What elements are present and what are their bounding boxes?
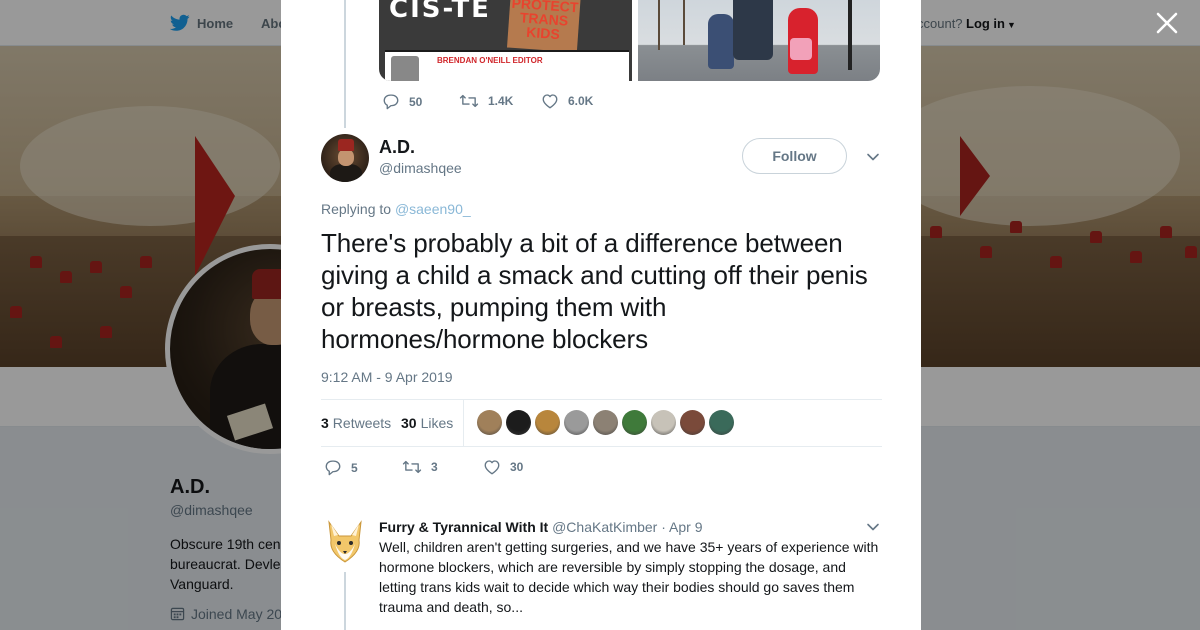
chevron-down-icon[interactable] [865,149,881,165]
liker-avatars [477,410,738,435]
liker-avatar[interactable] [477,410,502,435]
likes-label: Likes [420,415,454,431]
retweet-count: 1.4K [488,94,514,108]
retweets-stat[interactable]: 3 Retweets [321,415,391,431]
reply-separator: · [661,519,666,535]
tweet-text: There's probably a bit of a difference b… [321,228,868,354]
chevron-down-icon[interactable] [865,519,881,535]
protest-sign: PROTECT TRANS KIDS [506,0,582,53]
like-action[interactable]: 30 [483,459,523,475]
tweet-timestamp[interactable]: 9:12 AM - 9 Apr 2019 [321,369,453,385]
liker-avatar[interactable] [593,410,618,435]
replying-prefix: Replying to [321,201,392,217]
fox-avatar-icon[interactable] [321,518,369,566]
reply-author-handle[interactable]: @ChaKatKimber [552,519,657,535]
follow-button[interactable]: Follow [742,138,847,174]
tweet-author-handle[interactable]: @dimashqee [379,160,462,176]
retweet-icon [402,460,422,474]
like-count: 6.0K [568,94,594,108]
media-name-card: BRENDAN O'NEILL EDITOR [385,50,629,81]
reply-count: 50 [409,94,423,109]
tweet-author-avatar[interactable] [321,134,369,182]
close-icon[interactable] [1152,10,1182,40]
thread-connector [344,572,346,630]
retweet-count: 3 [431,460,438,474]
likes-count: 30 [401,415,417,431]
tweet-author-name[interactable]: A.D. [379,137,415,158]
reply-author-name[interactable]: Furry & Tyrannical With It [379,519,548,535]
reply-text: Well, children aren't getting surgeries,… [379,539,879,615]
tweet-media-image[interactable] [638,0,880,81]
retweets-label: Retweets [332,415,392,431]
reply-count: 5 [351,460,358,475]
reply-icon [325,460,341,476]
reply-action[interactable]: 50 [382,93,422,110]
tweet-permalink-modal: CIS-TE PROTECT TRANS KIDS BRENDAN O'NEIL… [281,0,921,630]
retweets-count: 3 [321,415,329,431]
sign-text: PROTECT TRANS KIDS [511,0,579,43]
like-count: 30 [510,460,524,474]
thread-connector [344,0,346,128]
reply-date[interactable]: Apr 9 [669,519,702,535]
liker-avatar[interactable] [709,410,734,435]
likes-stat[interactable]: 30 Likes [401,415,453,431]
retweet-icon [459,94,479,108]
liker-avatar[interactable] [651,410,676,435]
liker-avatar[interactable] [622,410,647,435]
tweet-stats: 3 Retweets 30 Likes [321,399,882,447]
like-action[interactable]: 6.0K [541,93,593,109]
liker-avatar[interactable] [535,410,560,435]
liker-avatar[interactable] [506,410,531,435]
tweet-media-image[interactable]: CIS-TE PROTECT TRANS KIDS BRENDAN O'NEIL… [379,0,632,81]
card-text: BRENDAN O'NEILL EDITOR [437,56,543,65]
reply-header: Furry & Tyrannical With It @ChaKatKimber… [379,519,703,535]
stats-divider [463,400,464,447]
replying-to-link[interactable]: @saeen90_ [395,201,471,217]
replying-to: Replying to @saeen90_ [321,201,471,217]
liker-avatar[interactable] [564,410,589,435]
heart-icon [542,94,558,109]
media-banner-text: CIS-TE [389,0,491,24]
reply-icon [383,94,399,110]
retweet-action[interactable]: 1.4K [459,93,513,109]
liker-avatar[interactable] [680,410,705,435]
retweet-action[interactable]: 3 [402,459,438,475]
reply-action[interactable]: 5 [324,459,358,476]
heart-icon [484,460,500,475]
